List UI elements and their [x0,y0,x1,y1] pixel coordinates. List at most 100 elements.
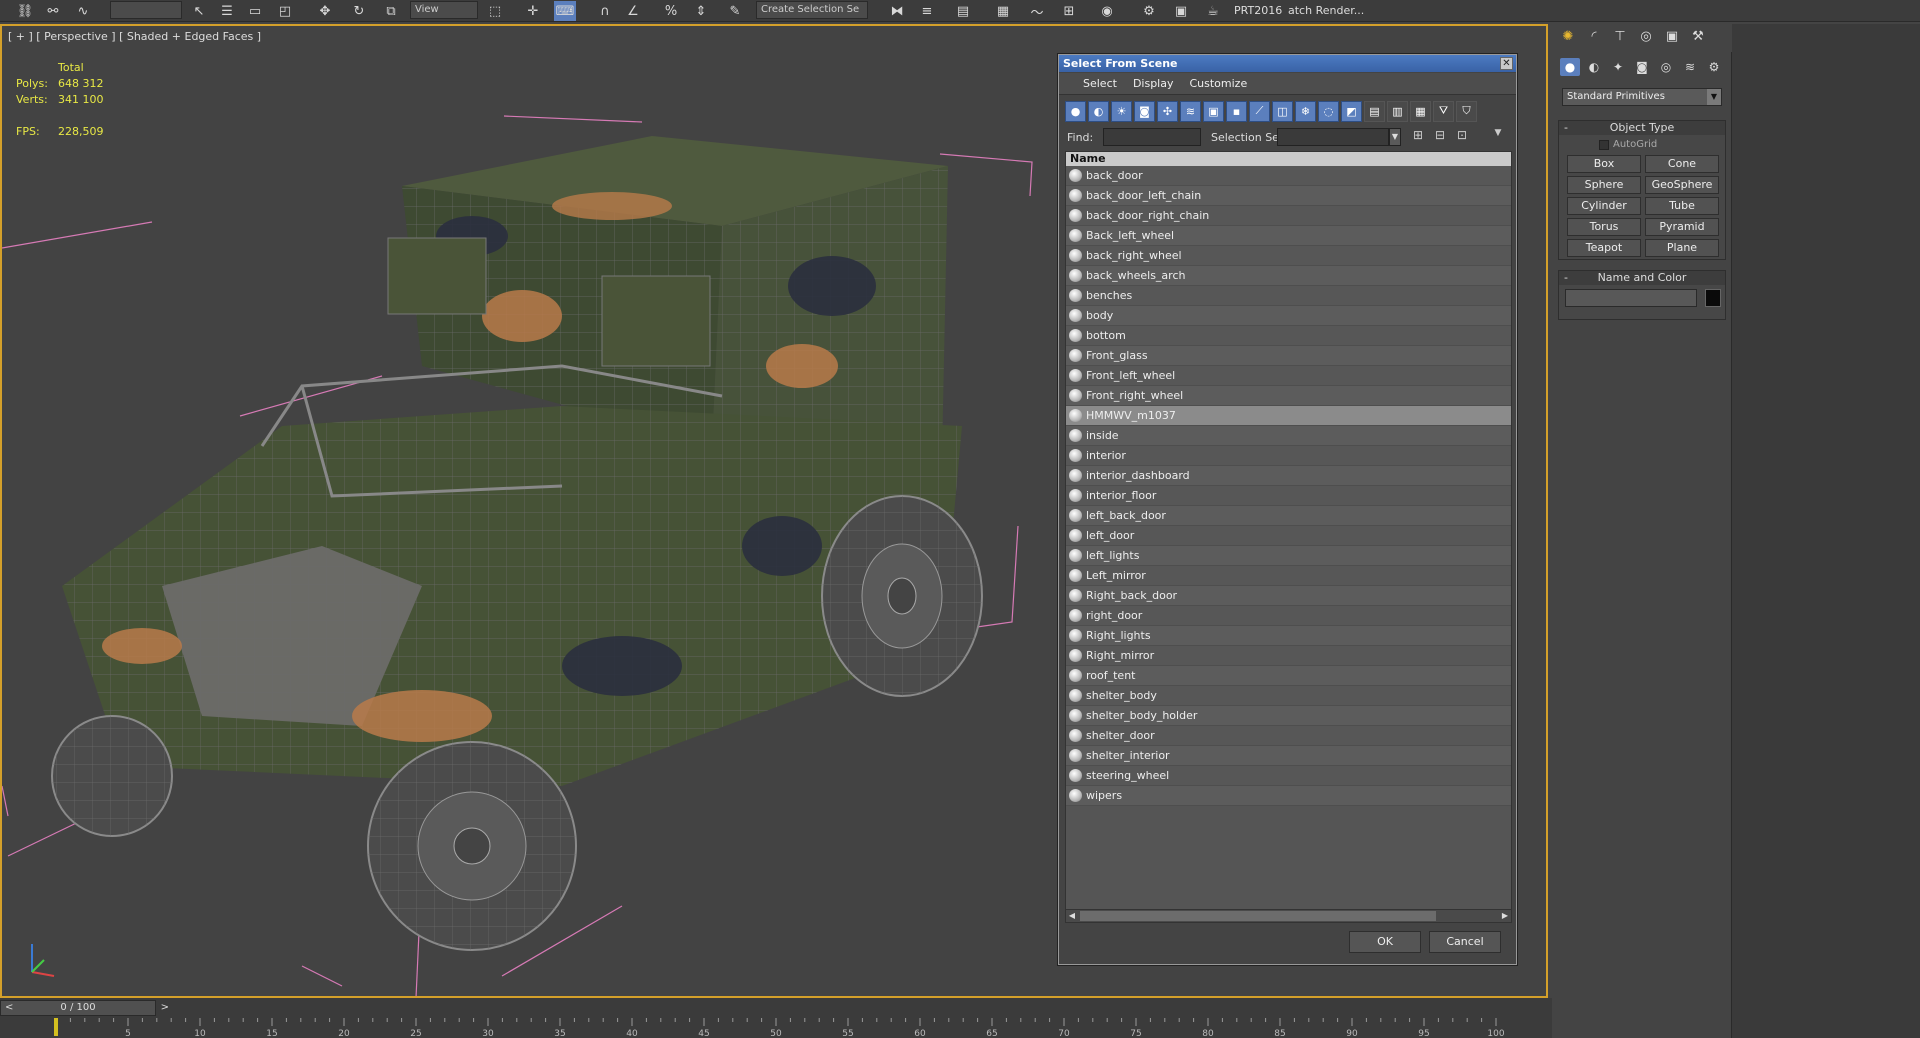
scroll-thumb[interactable] [1080,911,1436,921]
edit-selection-set-icon[interactable]: ⊡ [1453,128,1471,146]
time-slider[interactable]: < 0 / 100 > [0,1000,169,1016]
list-item[interactable]: back_door_left_chain [1066,186,1511,206]
chevron-down-icon[interactable]: ▼ [1707,89,1721,105]
cameras-category-icon[interactable]: ◙ [1632,58,1652,76]
snaps-toggle-icon[interactable]: ∩ [594,1,616,21]
select-object-icon[interactable]: ↖ [188,1,210,21]
systems-category-icon[interactable]: ⚙ [1704,58,1724,76]
cancel-button[interactable]: Cancel [1429,931,1501,953]
object-type-header[interactable]: - Object Type [1559,121,1725,135]
layer-manager-icon[interactable]: ▤ [952,1,974,21]
list-item[interactable]: wipers [1066,786,1511,806]
horizontal-scrollbar[interactable]: ◀ ▶ [1065,909,1512,923]
shapes-filter-icon[interactable]: ◐ [1088,100,1109,122]
list-item[interactable]: right_door [1066,606,1511,626]
options-chevron-icon[interactable]: ▼ [1489,128,1507,146]
material-editor-icon[interactable]: ◉ [1096,1,1118,21]
edit-named-selection-icon[interactable]: ✎ [724,1,746,21]
render-setup-icon[interactable]: ⚙ [1138,1,1160,21]
menu-select[interactable]: Select [1075,73,1125,94]
list-item[interactable]: left_lights [1066,546,1511,566]
groups-filter-icon[interactable]: ▣ [1203,100,1224,122]
checkbox-icon[interactable] [1599,139,1609,150]
containers-filter-icon[interactable]: ◫ [1272,100,1293,122]
scroll-right-icon[interactable]: ▶ [1499,910,1511,922]
display-tab-icon[interactable]: ▣ [1662,27,1682,47]
align-icon[interactable]: ≡ [916,1,938,21]
window-crossing-icon[interactable]: ◰ [274,1,296,21]
viewport-label[interactable]: [ + ] [ Perspective ] [ Shaded + Edged F… [8,30,261,43]
add-selection-set-icon[interactable]: ⊞ [1409,128,1427,146]
list-item[interactable]: steering_wheel [1066,766,1511,786]
select-manipulate-icon[interactable]: ✛ [522,1,544,21]
collapse-icon[interactable]: - [1564,121,1568,135]
percent-snap-icon[interactable]: % [660,1,682,21]
schematic-view-icon[interactable]: ⊞ [1058,1,1080,21]
remove-selection-set-icon[interactable]: ⊟ [1431,128,1449,146]
shapes-category-icon[interactable]: ◐ [1584,58,1604,76]
list-item[interactable]: Front_right_wheel [1066,386,1511,406]
pivot-center-icon[interactable]: ⬚ [484,1,506,21]
render-production-icon[interactable]: ☕ [1202,1,1224,21]
object-color-swatch[interactable] [1705,289,1721,307]
xrefs-filter-icon[interactable]: ▪ [1226,100,1247,122]
helpers-category-icon[interactable]: ◎ [1656,58,1676,76]
menu-display[interactable]: Display [1125,73,1182,94]
create-tab-icon[interactable]: ✺ [1558,27,1578,47]
tube-button[interactable]: Tube [1645,197,1719,215]
selection-filter-dropdown[interactable] [110,1,182,19]
object-name-input[interactable] [1565,289,1697,307]
list-item[interactable]: Right_back_door [1066,586,1511,606]
selection-set-input[interactable] [1277,128,1389,146]
link-icon[interactable]: ⛓ [14,1,36,21]
list-item[interactable]: body [1066,306,1511,326]
name-and-color-header[interactable]: - Name and Color [1559,271,1725,285]
named-selection-sets-dropdown[interactable]: Create Selection Se [756,1,868,19]
move-icon[interactable]: ✥ [314,1,336,21]
geometry-filter-icon[interactable]: ● [1065,100,1086,122]
list-item[interactable]: interior_floor [1066,486,1511,506]
keyboard-shortcut-override-icon[interactable]: ⌨ [554,1,576,21]
select-by-name-icon[interactable]: ☰ [216,1,238,21]
lights-category-icon[interactable]: ✦ [1608,58,1628,76]
batch-render-label[interactable]: atch Render... [1288,4,1364,17]
list-item[interactable]: interior [1066,446,1511,466]
list-item[interactable]: interior_dashboard [1066,466,1511,486]
invert-display-icon[interactable]: ▥ [1387,100,1408,122]
list-item[interactable]: shelter_door [1066,726,1511,746]
display-none-icon[interactable]: ▤ [1364,100,1385,122]
rect-selection-icon[interactable]: ▭ [244,1,266,21]
list-item[interactable]: HMMWV_m1037 [1066,406,1511,426]
list-item[interactable]: Right_mirror [1066,646,1511,666]
torus-button[interactable]: Torus [1567,218,1641,236]
mirror-icon[interactable]: ⧓ [886,1,908,21]
cylinder-button[interactable]: Cylinder [1567,197,1641,215]
filter-options-icon[interactable]: ⛉ [1456,100,1477,122]
list-item[interactable]: Left_mirror [1066,566,1511,586]
column-header-name[interactable]: Name [1066,152,1511,166]
cameras-filter-icon[interactable]: ◙ [1134,100,1155,122]
list-item[interactable]: back_wheels_arch [1066,266,1511,286]
cone-button[interactable]: Cone [1645,155,1719,173]
select-all-icon[interactable]: ▦ [1410,100,1431,122]
ok-button[interactable]: OK [1349,931,1421,953]
list-item[interactable]: Front_left_wheel [1066,366,1511,386]
list-item[interactable]: inside [1066,426,1511,446]
scene-explorer-icon[interactable]: ▦ [992,1,1014,21]
dialog-title[interactable]: Select From Scene [1059,55,1516,72]
autogrid-checkbox[interactable]: AutoGrid [1599,139,1657,150]
unlink-icon[interactable]: ⚯ [42,1,64,21]
geometry-category-icon[interactable]: ● [1560,58,1580,76]
plane-button[interactable]: Plane [1645,239,1719,257]
hierarchy-tab-icon[interactable]: ⊤ [1610,27,1630,47]
track-bar-ruler[interactable]: 5 10 15 20 25 30 35 40 45 50 55 60 65 70 75 80 85 90 95 100 [52,1018,1548,1038]
list-item[interactable]: shelter_body_holder [1066,706,1511,726]
scroll-left-icon[interactable]: ◀ [1066,910,1078,922]
reference-coord-dropdown[interactable]: View [410,1,478,19]
list-item[interactable]: shelter_interior [1066,746,1511,766]
primitive-type-dropdown[interactable]: Standard Primitives ▼ [1562,88,1722,106]
hidden-filter-icon[interactable]: ◌ [1318,100,1339,122]
list-item[interactable]: Right_lights [1066,626,1511,646]
modify-tab-icon[interactable]: ◜ [1584,27,1604,47]
list-item[interactable]: bottom [1066,326,1511,346]
